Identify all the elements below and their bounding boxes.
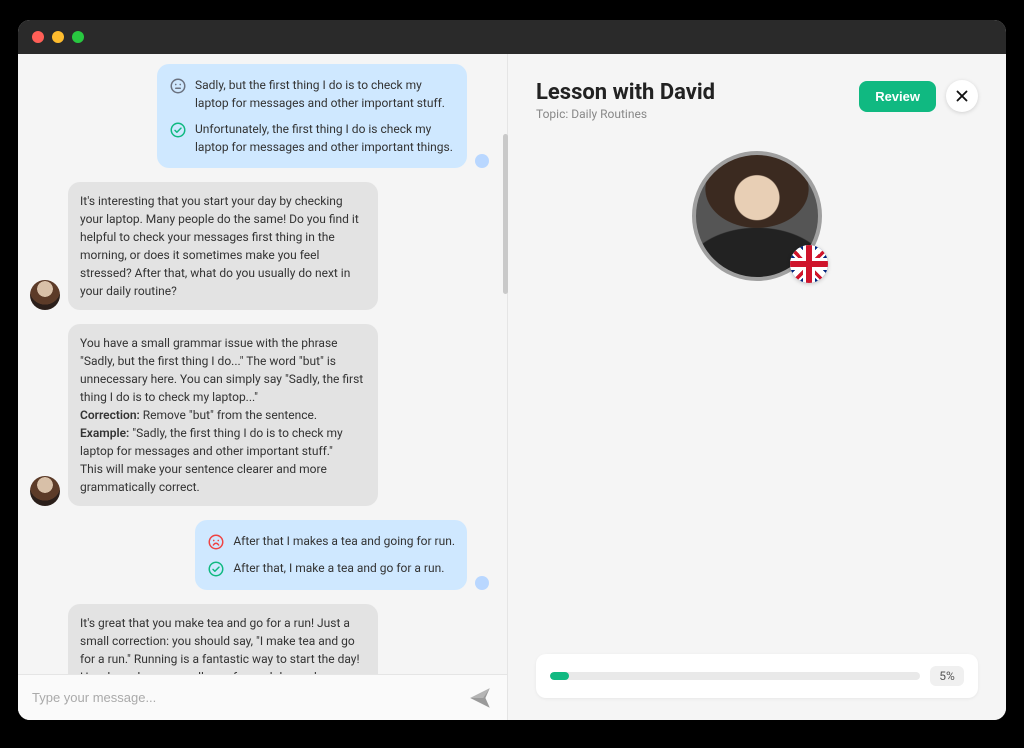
close-button[interactable] <box>946 80 978 112</box>
original-sentence-line: Sadly, but the first thing I do is to ch… <box>169 74 455 114</box>
feedback-line: Correction: Remove "but" from the senten… <box>80 406 366 424</box>
user-bubble: After that I makes a tea and going for r… <box>195 520 467 590</box>
user-message-row: After that I makes a tea and going for r… <box>30 520 489 590</box>
original-sentence-text: Sadly, but the first thing I do is to ch… <box>195 76 455 112</box>
bot-bubble: You have a small grammar issue with the … <box>68 324 378 506</box>
progress-track <box>550 672 920 680</box>
sad-face-icon <box>207 533 225 551</box>
scrollbar-thumb[interactable] <box>503 134 508 294</box>
send-button[interactable] <box>467 685 493 711</box>
lesson-header: Lesson with David Topic: Daily Routines … <box>536 80 978 121</box>
lesson-title: Lesson with David <box>536 80 715 105</box>
feedback-line: Example: "Sadly, the first thing I do is… <box>80 424 366 460</box>
close-window-dot[interactable] <box>32 31 44 43</box>
user-avatar <box>475 154 489 168</box>
chat-panel: Sadly, but the first thing I do is to ch… <box>18 54 508 720</box>
user-avatar <box>475 576 489 590</box>
corrected-sentence-text: Unfortunately, the first thing I do is c… <box>195 120 455 156</box>
lesson-topic: Topic: Daily Routines <box>536 107 715 121</box>
lesson-panel: Lesson with David Topic: Daily Routines … <box>508 54 1006 720</box>
uk-flag-icon <box>790 245 828 283</box>
bot-bubble: It's interesting that you start your day… <box>68 182 378 310</box>
original-sentence-text: After that I makes a tea and going for r… <box>233 532 455 550</box>
maximize-window-dot[interactable] <box>72 31 84 43</box>
feedback-text: You have a small grammar issue with the … <box>80 336 363 404</box>
bot-avatar <box>30 280 60 310</box>
user-message-row: Sadly, but the first thing I do is to ch… <box>30 64 489 168</box>
review-button[interactable]: Review <box>859 81 936 112</box>
bot-avatar <box>30 476 60 506</box>
corrected-sentence-line: After that, I make a tea and go for a ru… <box>207 557 455 580</box>
bot-bubble: It's great that you make tea and go for … <box>68 604 378 674</box>
feedback-line: This will make your sentence clearer and… <box>80 460 366 496</box>
chat-scroll[interactable]: Sadly, but the first thing I do is to ch… <box>18 54 507 674</box>
progress-fill <box>550 672 569 680</box>
feedback-label: Example: <box>80 426 129 440</box>
neutral-face-icon <box>169 77 187 95</box>
app-window: Sadly, but the first thing I do is to ch… <box>18 20 1006 720</box>
original-sentence-line: After that I makes a tea and going for r… <box>207 530 455 553</box>
feedback-line: You have a small grammar issue with the … <box>80 334 366 406</box>
lesson-progress: 5% <box>536 654 978 698</box>
close-icon <box>953 87 971 105</box>
tutor-flag-badge <box>790 245 828 283</box>
feedback-text: This will make your sentence clearer and… <box>80 462 327 494</box>
bot-message-row: You have a small grammar issue with the … <box>30 324 489 506</box>
bot-message-row: It's great that you make tea and go for … <box>30 604 489 674</box>
bot-message-row: It's interesting that you start your day… <box>30 182 489 310</box>
content: Sadly, but the first thing I do is to ch… <box>18 54 1006 720</box>
message-input[interactable] <box>32 690 457 705</box>
feedback-label: Correction: <box>80 408 140 422</box>
tutor-avatar-container <box>692 151 822 281</box>
user-bubble: Sadly, but the first thing I do is to ch… <box>157 64 467 168</box>
send-icon <box>467 685 493 711</box>
lesson-topic-prefix: Topic: <box>536 107 571 121</box>
minimize-window-dot[interactable] <box>52 31 64 43</box>
header-actions: Review <box>859 80 978 112</box>
lesson-topic-value: Daily Routines <box>571 107 647 121</box>
window-controls <box>32 31 84 43</box>
feedback-text: Remove "but" from the sentence. <box>140 408 317 422</box>
corrected-sentence-line: Unfortunately, the first thing I do is c… <box>169 118 455 158</box>
corrected-sentence-text: After that, I make a tea and go for a ru… <box>233 559 444 577</box>
message-input-bar <box>18 674 507 720</box>
titlebar <box>18 20 1006 54</box>
check-circle-icon <box>169 121 187 139</box>
progress-percent: 5% <box>930 666 964 686</box>
lesson-heading: Lesson with David Topic: Daily Routines <box>536 80 715 121</box>
check-circle-icon <box>207 560 225 578</box>
